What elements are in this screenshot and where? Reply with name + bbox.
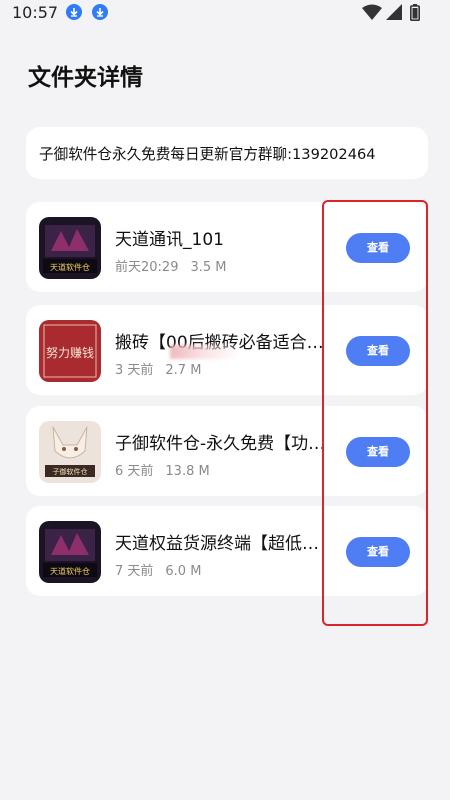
wifi-icon <box>362 4 382 20</box>
notice-text: 子御软件仓永久免费每日更新官方群聊:139202464 <box>39 146 376 163</box>
file-size: 13.8 M <box>165 464 210 479</box>
svg-text:天道软件仓: 天道软件仓 <box>50 262 90 272</box>
file-name: 天道权益货源终端【超低… <box>115 534 319 554</box>
status-bar: 10:57 <box>0 0 450 26</box>
file-meta: 前天20:29 3.5 M <box>115 256 227 275</box>
highlight-annotation-box <box>322 200 428 626</box>
svg-text:努力赚钱: 努力赚钱 <box>46 345 94 360</box>
file-time: 3 天前 <box>115 363 154 378</box>
file-meta: 6 天前 13.8 M <box>115 460 210 479</box>
file-meta: 3 天前 2.7 M <box>115 359 201 378</box>
file-time: 7 天前 <box>115 564 154 579</box>
download-icon <box>92 4 108 20</box>
app-icon-fox: 子御软件仓 <box>39 421 101 483</box>
battery-icon <box>410 4 420 21</box>
privacy-blur <box>170 345 240 359</box>
file-size: 3.5 M <box>190 260 227 275</box>
file-size: 6.0 M <box>165 564 202 579</box>
notice-card: 子御软件仓永久免费每日更新官方群聊:139202464 <box>26 127 428 179</box>
app-icon-red: 努力赚钱 <box>39 320 101 382</box>
file-name: 天道通讯_101 <box>115 230 224 250</box>
file-name: 子御软件仓-永久免费【功… <box>115 434 325 454</box>
file-time: 前天20:29 <box>115 260 179 275</box>
signal-icon <box>386 4 402 20</box>
svg-text:天道软件仓: 天道软件仓 <box>50 566 90 576</box>
status-time: 10:57 <box>12 3 59 22</box>
file-meta: 7 天前 6.0 M <box>115 560 201 579</box>
page-title: 文件夹详情 <box>28 65 143 91</box>
download-icon <box>66 4 82 20</box>
file-time: 6 天前 <box>115 464 154 479</box>
app-icon-dark: 天道软件仓 <box>39 217 101 279</box>
svg-text:子御软件仓: 子御软件仓 <box>53 467 88 476</box>
file-size: 2.7 M <box>165 363 202 378</box>
app-icon-dark: 天道软件仓 <box>39 521 101 583</box>
